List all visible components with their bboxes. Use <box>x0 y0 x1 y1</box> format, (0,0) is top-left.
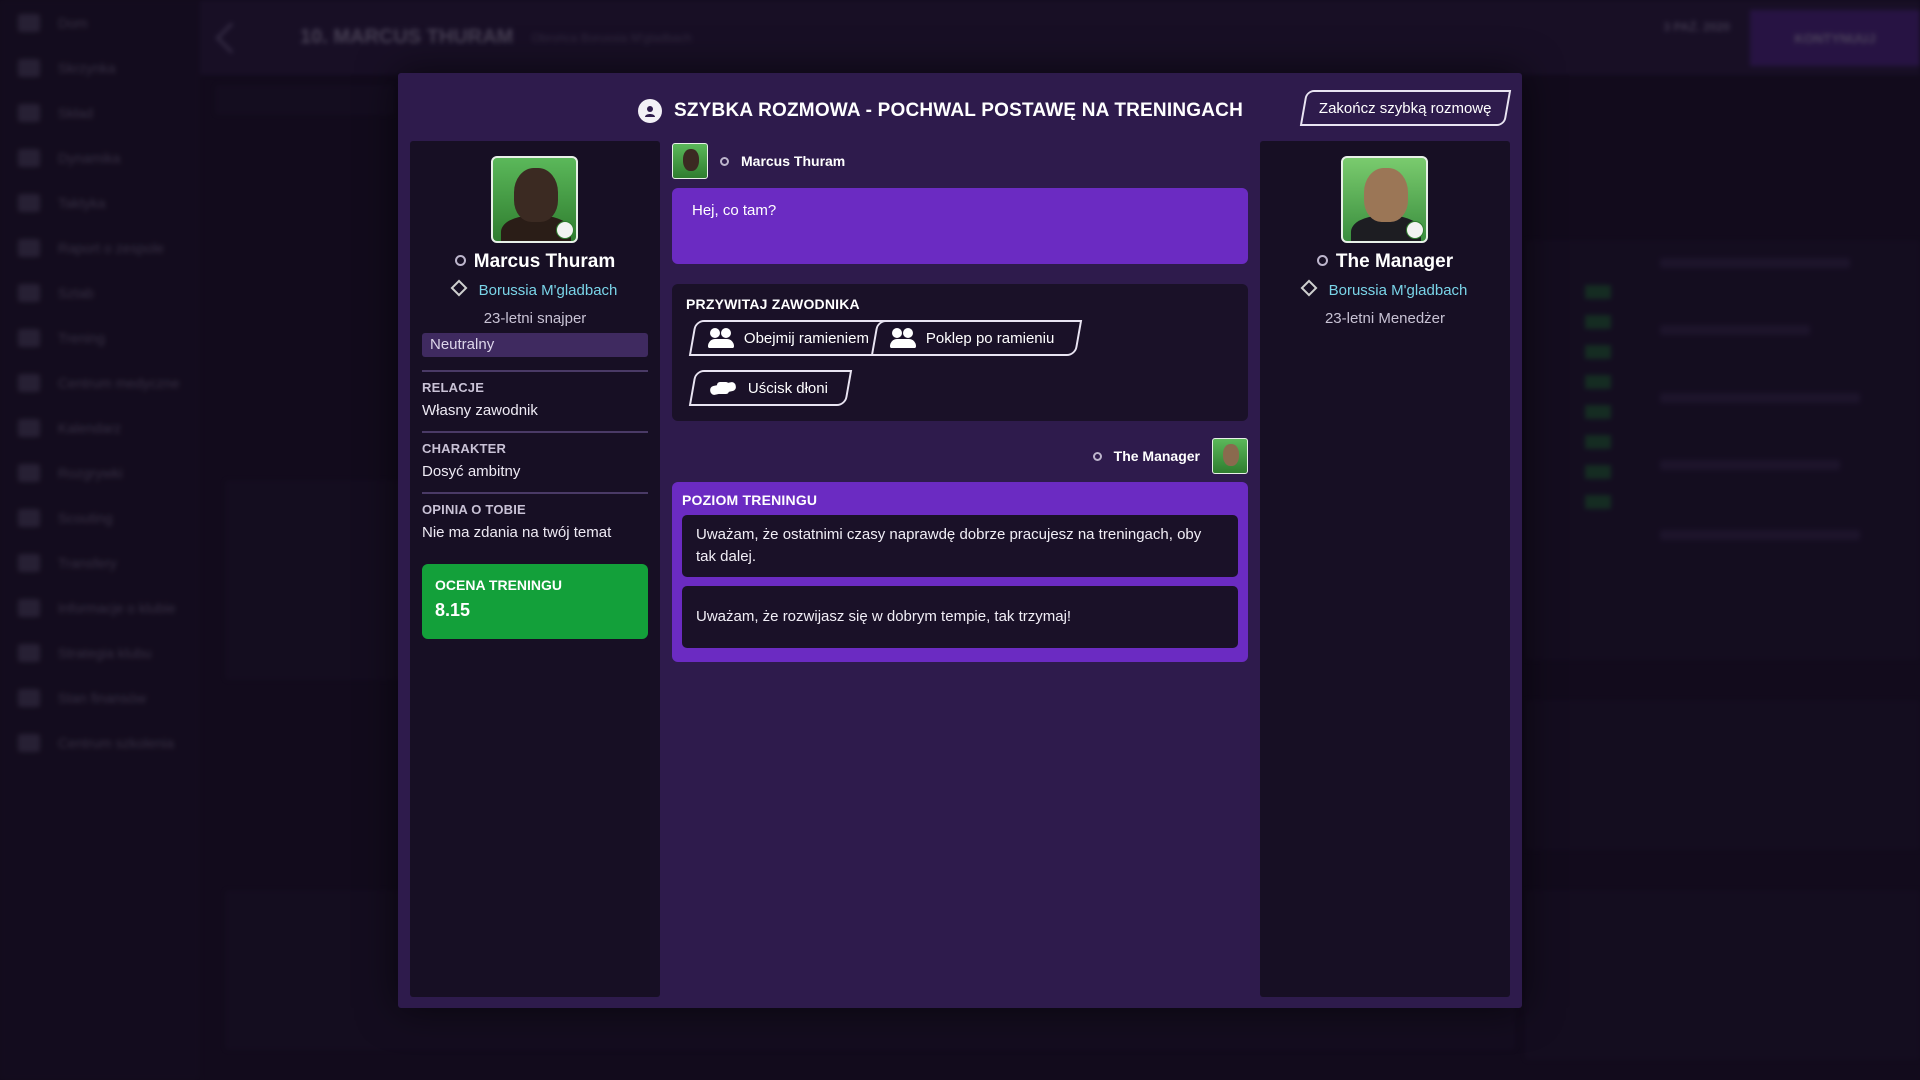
player-speaker-row: Marcus Thuram <box>672 143 845 179</box>
club-crest-icon <box>450 279 468 297</box>
manager-speaker-name: The Manager <box>1113 448 1200 464</box>
manager-club[interactable]: Borussia M'gladbach <box>1260 279 1510 299</box>
greet-options-box: PRZYWITAJ ZAWODNIKA Obejmij ramieniem Po… <box>672 284 1248 421</box>
player-role: 23-letni snajper <box>483 310 587 327</box>
person-icon <box>1316 255 1328 266</box>
player-name-text: Marcus Thuram <box>473 251 616 272</box>
pat-option-label: Poklep po ramieniu <box>926 329 1055 347</box>
manager-card: The Manager Borussia M'gladbach 23-letni… <box>1260 141 1510 997</box>
opinion-value: Nie ma zdania na twój temat <box>422 524 612 541</box>
mini-avatar-head <box>683 149 699 171</box>
relations-label: RELACJE <box>422 380 485 395</box>
manager-speaker-row: The Manager <box>1092 438 1248 474</box>
training-rating-card: OCENA TRENINGU 8.15 <box>422 564 648 639</box>
portrait-head <box>1364 168 1408 222</box>
club-crest-icon <box>1300 279 1318 297</box>
manager-name[interactable]: The Manager <box>1260 251 1510 273</box>
hug-option-button[interactable]: Obejmij ramieniem <box>688 320 896 356</box>
chat-bubble-icon <box>638 99 662 123</box>
player-card: Marcus Thuram Borussia M'gladbach 23-let… <box>410 141 660 997</box>
quick-chat-modal: SZYBKA ROZMOWA - POCHWAL POSTAWĘ NA TREN… <box>398 73 1522 1008</box>
relations-value: Własny zawodnik <box>422 402 538 419</box>
chat-area: Marcus Thuram Hej, co tam? PRZYWITAJ ZAW… <box>672 141 1248 997</box>
manager-portrait <box>1341 156 1428 243</box>
response-option-2-text: Uważam, że rozwijasz się w dobrym tempie… <box>696 608 1072 625</box>
portrait-head <box>514 168 558 222</box>
player-club[interactable]: Borussia M'gladbach <box>410 279 660 299</box>
end-quick-chat-label: Zakończ szybką rozmowę <box>1319 99 1492 117</box>
response-option-1-text: Uważam, że ostatnimi czasy naprawdę dobr… <box>696 526 1202 565</box>
opinion-label: OPINIA O TOBIE <box>422 502 526 517</box>
response-option-1[interactable]: Uważam, że ostatnimi czasy naprawdę dobr… <box>682 515 1238 577</box>
player-mini-avatar <box>672 143 708 179</box>
opinion-block: OPINIA O TOBIE Nie ma zdania na twój tem… <box>422 492 648 541</box>
modal-title-group: SZYBKA ROZMOWA - POCHWAL POSTAWĘ NA TREN… <box>638 99 1243 123</box>
relations-block: RELACJE Własny zawodnik <box>422 370 648 419</box>
pat-option-button[interactable]: Poklep po ramieniu <box>870 320 1083 356</box>
player-message-bubble: Hej, co tam? <box>672 188 1248 264</box>
mini-avatar-head <box>1223 444 1239 466</box>
manager-club-text: Borussia M'gladbach <box>1328 282 1468 299</box>
player-club-text: Borussia M'gladbach <box>478 282 618 299</box>
handshake-option-button[interactable]: Uścisk dłoni <box>688 370 853 406</box>
response-option-2[interactable]: Uważam, że rozwijasz się w dobrym tempie… <box>682 586 1238 648</box>
player-mood: Neutralny <box>422 333 648 357</box>
handshake-icon <box>708 379 738 397</box>
player-speaker-name: Marcus Thuram <box>741 153 846 169</box>
pat-icon <box>890 328 916 348</box>
player-status-badge-icon <box>556 221 574 239</box>
manager-mini-avatar <box>1212 438 1248 474</box>
manager-role: 23-letni Menedżer <box>1324 310 1446 327</box>
character-block: CHARAKTER Dosyć ambitny <box>422 431 648 480</box>
hug-option-label: Obejmij ramieniem <box>744 329 870 347</box>
manager-status-badge-icon <box>1406 221 1424 239</box>
manager-name-text: The Manager <box>1335 251 1454 272</box>
hug-icon <box>708 328 734 348</box>
training-rating-value: 8.15 <box>435 600 471 620</box>
modal-title: SZYBKA ROZMOWA - POCHWAL POSTAWĘ NA TREN… <box>674 100 1243 121</box>
player-portrait <box>491 156 578 243</box>
handshake-option-label: Uścisk dłoni <box>748 379 829 397</box>
training-rating-label: OCENA TRENINGU <box>435 577 563 593</box>
modal-header: SZYBKA ROZMOWA - POCHWAL POSTAWĘ NA TREN… <box>398 73 1522 145</box>
person-icon <box>720 156 729 166</box>
end-quick-chat-button[interactable]: Zakończ szybką rozmowę <box>1300 90 1512 126</box>
character-value: Dosyć ambitny <box>422 463 521 480</box>
greet-heading: PRZYWITAJ ZAWODNIKA <box>686 296 860 312</box>
player-name[interactable]: Marcus Thuram <box>410 251 660 273</box>
response-panel: POZIOM TRENINGU Uważam, że ostatnimi cza… <box>672 482 1248 662</box>
character-label: CHARAKTER <box>422 441 507 456</box>
person-icon <box>454 255 466 266</box>
response-heading: POZIOM TRENINGU <box>682 492 818 508</box>
person-icon <box>1092 451 1102 461</box>
